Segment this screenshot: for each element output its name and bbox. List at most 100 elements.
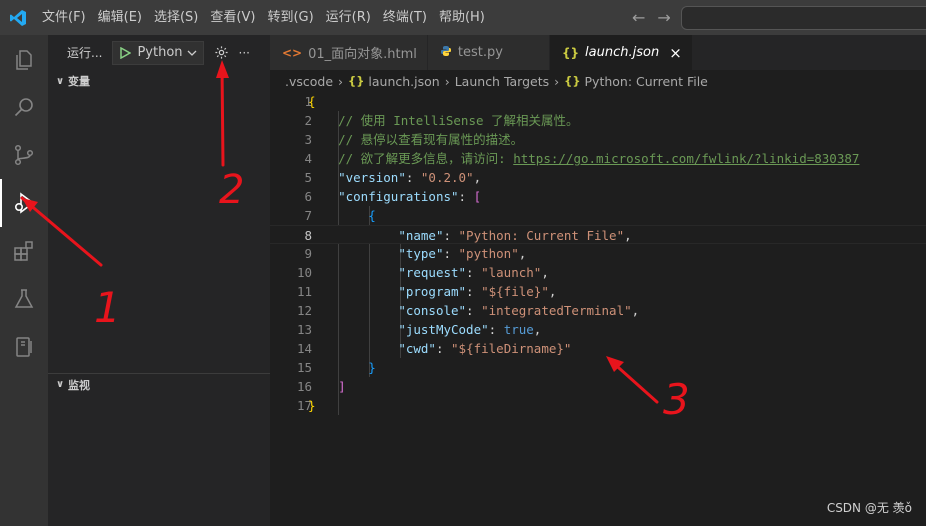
line-number: 16 bbox=[296, 379, 312, 394]
start-debugging-icon[interactable] bbox=[119, 46, 132, 59]
code-token: [ bbox=[473, 189, 482, 204]
code-editor[interactable]: 1{2 // 使用 IntelliSense 了解相关属性。 3 // 悬停以查看… bbox=[270, 92, 926, 526]
code-text: { bbox=[308, 206, 376, 225]
line-number: 8 bbox=[304, 228, 312, 243]
code-line[interactable]: 11 "program": "${file}", bbox=[270, 282, 926, 301]
chevron-down-icon: ∨ bbox=[55, 379, 65, 390]
chevron-down-icon: ∨ bbox=[55, 75, 65, 87]
tab-html[interactable]: <> 01_面向对象.html bbox=[270, 35, 428, 70]
code-token: // 欲了解更多信息，请访问: bbox=[308, 151, 514, 166]
menu-file[interactable]: 文件(F) bbox=[36, 0, 92, 35]
menu-bar: 文件(F) 编辑(E) 选择(S) 查看(V) 转到(G) 运行(R) 终端(T… bbox=[36, 0, 491, 35]
code-token: : bbox=[443, 228, 459, 243]
code-token: "program" bbox=[398, 284, 467, 299]
code-line[interactable]: 12 "console": "integratedTerminal", bbox=[270, 301, 926, 320]
code-line[interactable]: 7 { bbox=[270, 206, 926, 225]
menu-edit[interactable]: 编辑(E) bbox=[92, 0, 148, 35]
code-token: "${file}" bbox=[481, 284, 549, 299]
menu-selection[interactable]: 选择(S) bbox=[148, 0, 204, 35]
code-text: "program": "${file}", bbox=[308, 282, 556, 301]
code-line[interactable]: 6 "configurations": [ bbox=[270, 187, 926, 206]
command-center-search[interactable] bbox=[681, 6, 926, 30]
run-config-dropdown[interactable]: Python bbox=[112, 40, 204, 65]
line-number: 15 bbox=[296, 360, 312, 375]
code-token: : bbox=[435, 341, 452, 356]
code-token: "python" bbox=[458, 246, 519, 261]
html-file-icon: <> bbox=[282, 45, 303, 60]
code-token: : bbox=[405, 170, 421, 185]
breadcrumb-item[interactable]: Python: Current File bbox=[585, 74, 708, 89]
code-line[interactable]: 9 "type": "python", bbox=[270, 244, 926, 263]
code-token: : bbox=[466, 265, 482, 280]
run-debug-icon[interactable] bbox=[0, 179, 48, 227]
code-token: "name" bbox=[398, 228, 444, 243]
code-line[interactable]: 2 // 使用 IntelliSense 了解相关属性。 bbox=[270, 111, 926, 130]
close-icon[interactable]: × bbox=[669, 44, 682, 62]
json-file-icon: {} bbox=[348, 74, 365, 88]
code-token: "type" bbox=[398, 246, 444, 261]
tab-test-py[interactable]: test.py bbox=[427, 35, 550, 70]
breadcrumb-item[interactable]: launch.json bbox=[368, 74, 439, 89]
code-token: "justMyCode" bbox=[398, 322, 489, 337]
vscode-logo-icon bbox=[0, 0, 36, 35]
back-arrow-icon[interactable]: ← bbox=[632, 8, 645, 27]
code-text: } bbox=[308, 358, 376, 377]
code-line[interactable]: 10 "request": "launch", bbox=[270, 263, 926, 282]
run-view-title: 运行... bbox=[67, 46, 103, 60]
code-token: "launch" bbox=[481, 265, 542, 280]
variables-section-header[interactable]: ∨ 变量 bbox=[48, 70, 270, 92]
code-line[interactable]: 13 "justMyCode": true, bbox=[270, 320, 926, 339]
code-line[interactable]: 16 ] bbox=[270, 377, 926, 396]
code-line[interactable]: 14 "cwd": "${fileDirname}" bbox=[270, 339, 926, 358]
chevron-right-icon: › bbox=[554, 73, 560, 89]
tab-label: launch.json bbox=[585, 45, 660, 60]
tab-launch-json[interactable]: {} launch.json × bbox=[549, 35, 693, 70]
menu-view[interactable]: 查看(V) bbox=[204, 0, 261, 35]
menu-go[interactable]: 转到(G) bbox=[261, 0, 319, 35]
code-text: "justMyCode": true, bbox=[308, 320, 541, 339]
remote-explorer-icon[interactable] bbox=[0, 323, 48, 371]
run-debug-sidebar: 运行... Python ··· ∨ 变量 ∨ 监视 bbox=[48, 35, 270, 526]
code-token: , bbox=[631, 303, 640, 318]
line-number: 12 bbox=[296, 303, 312, 318]
gear-icon[interactable] bbox=[214, 45, 229, 60]
forward-arrow-icon[interactable]: → bbox=[657, 8, 670, 27]
extensions-icon[interactable] bbox=[0, 227, 48, 275]
code-token: { bbox=[368, 208, 376, 223]
code-token: "configurations" bbox=[338, 189, 459, 204]
menu-run[interactable]: 运行(R) bbox=[320, 0, 377, 35]
code-link[interactable]: https://go.microsoft.com/fwlink/?linkid=… bbox=[513, 151, 859, 166]
breadcrumb-item[interactable]: Launch Targets bbox=[455, 74, 549, 89]
code-line[interactable]: 5 "version": "0.2.0", bbox=[270, 168, 926, 187]
code-line[interactable]: 8 "name": "Python: Current File", bbox=[270, 225, 926, 244]
menu-terminal[interactable]: 终端(T) bbox=[377, 0, 433, 35]
code-text: // 悬停以查看现有属性的描述。 bbox=[308, 130, 523, 149]
source-control-icon[interactable] bbox=[0, 131, 48, 179]
watch-section-header[interactable]: ∨ 监视 bbox=[48, 373, 270, 395]
search-icon[interactable] bbox=[0, 83, 48, 131]
code-line[interactable]: 15 } bbox=[270, 358, 926, 377]
menu-help[interactable]: 帮助(H) bbox=[433, 0, 491, 35]
files-icon[interactable] bbox=[0, 36, 48, 84]
testing-icon[interactable] bbox=[0, 275, 48, 323]
code-token: : bbox=[488, 322, 504, 337]
code-line[interactable]: 1{ bbox=[270, 92, 926, 111]
code-token: true bbox=[503, 322, 534, 337]
code-text: } bbox=[308, 396, 316, 415]
more-actions-icon[interactable]: ··· bbox=[239, 46, 250, 60]
code-token: "integratedTerminal" bbox=[481, 303, 632, 318]
code-token: , bbox=[548, 284, 557, 299]
watch-label: 监视 bbox=[68, 378, 90, 392]
code-line[interactable]: 3 // 悬停以查看现有属性的描述。 bbox=[270, 130, 926, 149]
code-text: // 使用 IntelliSense 了解相关属性。 bbox=[308, 111, 578, 130]
code-line[interactable]: 17} bbox=[270, 396, 926, 415]
code-token: , bbox=[518, 246, 527, 261]
code-line[interactable]: 4 // 欲了解更多信息，请访问: https://go.microsoft.c… bbox=[270, 149, 926, 168]
breadcrumb-item[interactable]: .vscode bbox=[285, 74, 333, 89]
